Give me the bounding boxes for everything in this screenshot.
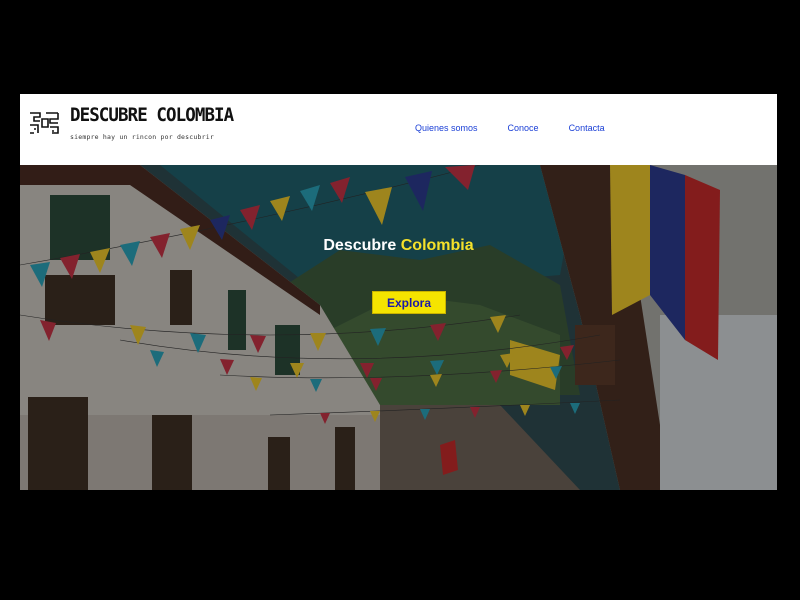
explora-button[interactable]: Explora — [372, 291, 446, 314]
brand-tagline: siempre hay un rincon por descubrir — [70, 133, 214, 141]
hero-title-accent: Colombia — [400, 237, 474, 254]
hero-title: Descubre Colombia — [20, 237, 777, 255]
nav-link-conoce[interactable]: Conoce — [508, 123, 539, 133]
nav-link-quienes-somos[interactable]: Quienes somos — [415, 123, 478, 133]
site-header: DESCUBRE COLOMBIA siempre hay un rincon … — [20, 94, 777, 165]
brand-name[interactable]: DESCUBRE COLOMBIA — [70, 104, 234, 126]
pre-columbian-pattern-icon[interactable] — [28, 110, 60, 136]
nav-link-contacta[interactable]: Contacta — [569, 123, 605, 133]
hero-title-prefix: Descubre — [323, 237, 397, 254]
main-nav: Quienes somos Conoce Contacta — [415, 123, 635, 133]
hero-background-image — [20, 165, 777, 490]
website-frame: DESCUBRE COLOMBIA siempre hay un rincon … — [20, 94, 777, 490]
hero-section: Descubre Colombia Explora — [20, 165, 777, 490]
